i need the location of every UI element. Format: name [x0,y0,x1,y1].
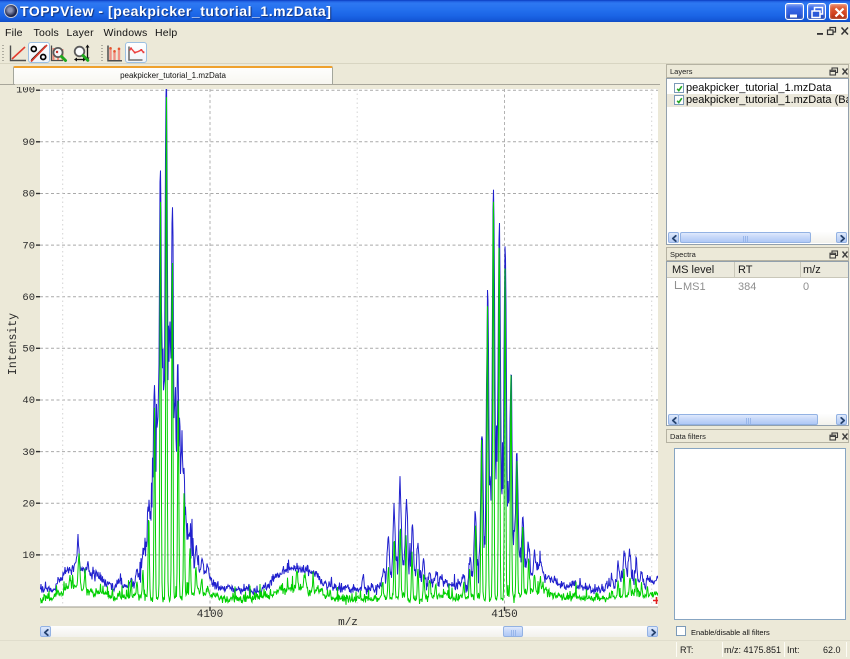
svg-text:20: 20 [22,498,35,510]
svg-text:10: 10 [22,550,35,562]
svg-text:30: 30 [22,447,35,459]
svg-text:70: 70 [22,240,35,252]
svg-text:4100: 4100 [197,609,223,621]
svg-text:4150: 4150 [491,609,517,621]
svg-text:Intensity: Intensity [7,313,20,375]
svg-text:80: 80 [22,189,35,201]
svg-text:40: 40 [22,395,35,407]
svg-text:60: 60 [22,292,35,304]
svg-text:50: 50 [22,344,35,356]
svg-text:90: 90 [22,137,35,149]
svg-text:m/z: m/z [338,617,358,626]
